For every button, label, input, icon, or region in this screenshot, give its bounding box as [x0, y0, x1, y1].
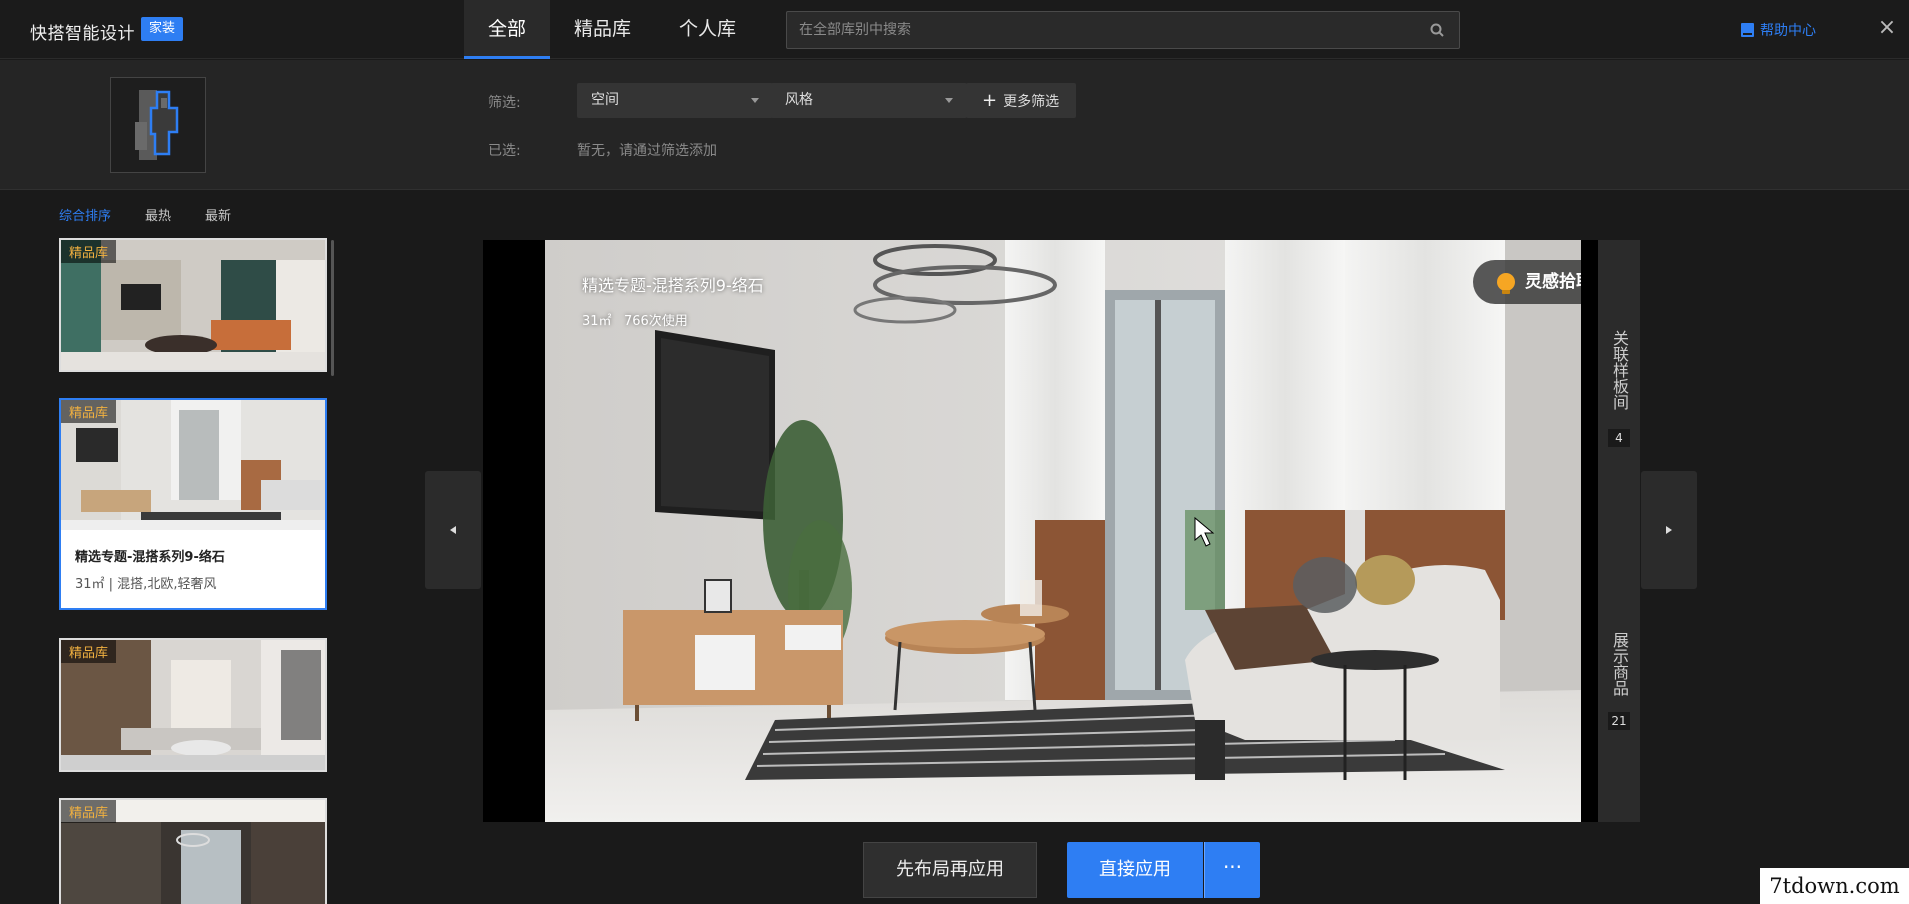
sort-hottest[interactable]: 最热	[145, 205, 171, 224]
help-center-link[interactable]: 帮助中心	[1741, 20, 1816, 40]
sort-options: 综合排序 最热 最新	[59, 205, 231, 224]
premium-badge: 精品库	[61, 800, 117, 823]
apply-directly-button[interactable]: 直接应用	[1067, 842, 1203, 898]
brand-tag: 家装	[141, 17, 184, 41]
viewer-side-panel: 关联样板间 4 展示商品 21	[1598, 240, 1640, 822]
watermark: 7tdown.com	[1760, 868, 1909, 904]
room-thumbnail: 精品库	[61, 400, 325, 530]
brand-name: 快搭智能设计	[30, 24, 135, 44]
lightbulb-icon	[1497, 273, 1515, 294]
search-input[interactable]	[799, 12, 1419, 48]
room-thumbnail: 精品库	[61, 800, 325, 904]
premium-badge: 精品库	[61, 400, 117, 423]
filter-label: 筛选:	[488, 95, 521, 111]
inspiration-pick-button[interactable]: 灵感拾取	[1473, 260, 1581, 304]
tab-all[interactable]: 全部	[464, 0, 551, 59]
sort-newest[interactable]: 最新	[205, 205, 231, 224]
list-item[interactable]: 精品库	[59, 638, 327, 772]
display-products-count: 21	[1608, 712, 1630, 730]
preview-viewer: 精选专题-混搭系列9-络石 31㎡ 766次使用 灵感拾取	[483, 240, 1639, 822]
list-item[interactable]: 精品库	[59, 238, 327, 372]
viewer-meta: 31㎡ 766次使用	[582, 310, 688, 329]
chevron-down-icon	[945, 98, 953, 103]
selected-hint: 暂无，请通过筛选添加	[577, 143, 717, 159]
viewer-title: 精选专题-混搭系列9-络石	[582, 276, 764, 295]
more-filter-button[interactable]: + 更多筛选	[966, 83, 1076, 118]
viewer-area: 31㎡	[582, 314, 612, 329]
search-box	[786, 11, 1460, 49]
selected-label: 已选:	[488, 143, 521, 159]
list-item[interactable]: 精品库 精选专题-混搭系列9-络石 31㎡ | 混搭,北欧,轻奢风	[59, 398, 327, 610]
card-subtitle: 31㎡ | 混搭,北欧,轻奢风	[75, 577, 217, 592]
room-thumbnail: 精品库	[61, 640, 325, 770]
list-scrollbar[interactable]	[331, 240, 334, 376]
sample-room-list: 精品库 精品库 精选专题-混搭系列9-络石 31㎡ | 混搭,北欧,轻奢风 精品…	[59, 238, 329, 904]
chevron-left-icon	[450, 526, 456, 534]
search-icon[interactable]	[1429, 22, 1445, 38]
premium-badge: 精品库	[61, 640, 117, 663]
card-title: 精选专题-混搭系列9-络石	[75, 550, 225, 565]
book-icon	[1741, 23, 1754, 37]
room-thumbnail: 精品库	[61, 240, 325, 370]
room-render-image[interactable]: 精选专题-混搭系列9-络石 31㎡ 766次使用 灵感拾取	[545, 240, 1581, 822]
style-dropdown-value: 风格	[785, 92, 813, 108]
space-dropdown[interactable]: 空间	[577, 83, 773, 118]
list-item[interactable]: 精品库	[59, 798, 327, 904]
chevron-right-icon	[1666, 526, 1672, 534]
plus-icon: +	[982, 90, 998, 111]
filter-zone: 筛选: 空间 风格 + 更多筛选 已选: 暂无，请通过筛选添加	[0, 60, 1909, 190]
library-tabs: 全部 精品库 个人库	[464, 0, 760, 59]
floorplan-thumbnail[interactable]	[110, 77, 206, 173]
next-button[interactable]	[1641, 471, 1697, 589]
more-options-button[interactable]: ···	[1204, 842, 1260, 898]
related-rooms-tab[interactable]: 关联样板间	[1609, 320, 1629, 420]
sort-comprehensive[interactable]: 综合排序	[59, 205, 111, 224]
display-products-tab[interactable]: 展示商品	[1609, 624, 1629, 704]
tab-personal[interactable]: 个人库	[655, 0, 760, 59]
related-rooms-count: 4	[1608, 429, 1630, 447]
top-bar: 快搭智能设计 家装 全部 精品库 个人库 帮助中心 ×	[0, 0, 1909, 59]
viewer-usage: 766次使用	[623, 314, 688, 329]
space-dropdown-value: 空间	[591, 92, 619, 108]
premium-badge: 精品库	[61, 240, 117, 263]
card-info: 精选专题-混搭系列9-络石 31㎡ | 混搭,北欧,轻奢风	[61, 530, 325, 608]
chevron-down-icon	[751, 98, 759, 103]
floorplan-icon	[135, 90, 179, 160]
close-button[interactable]: ×	[1876, 16, 1898, 40]
layout-then-apply-button[interactable]: 先布局再应用	[863, 842, 1037, 898]
style-dropdown[interactable]: 风格	[771, 83, 967, 118]
more-filter-label: 更多筛选	[1003, 94, 1060, 110]
inspiration-pick-label: 灵感拾取	[1525, 272, 1581, 292]
help-center-label: 帮助中心	[1760, 23, 1816, 39]
tab-premium[interactable]: 精品库	[550, 0, 655, 59]
prev-button[interactable]	[425, 471, 481, 589]
